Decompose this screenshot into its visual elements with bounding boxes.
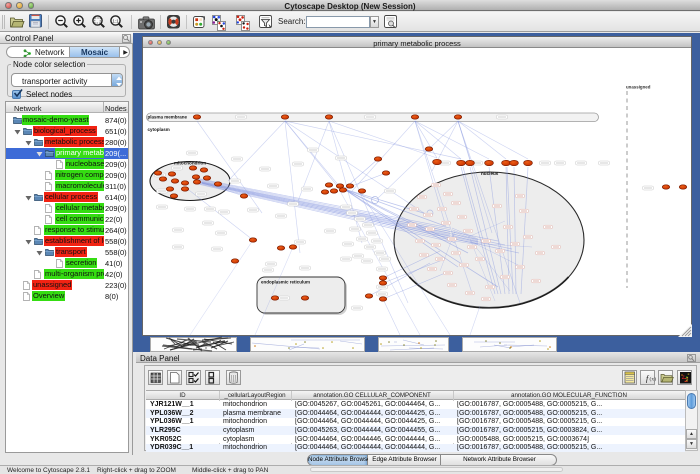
- svg-text:nucleus: nucleus: [481, 171, 499, 176]
- svg-text:1:1: 1:1: [112, 18, 119, 23]
- svg-text:endoplasmic reticulum: endoplasmic reticulum: [261, 280, 310, 285]
- svg-text:plasma membrane: plasma membrane: [148, 115, 188, 120]
- svg-text:cytoplasm: cytoplasm: [148, 127, 170, 132]
- svg-text:mitochondrion: mitochondrion: [174, 161, 206, 166]
- svg-text:unassigned: unassigned: [626, 85, 651, 90]
- svg-text:(x): (x): [650, 376, 657, 383]
